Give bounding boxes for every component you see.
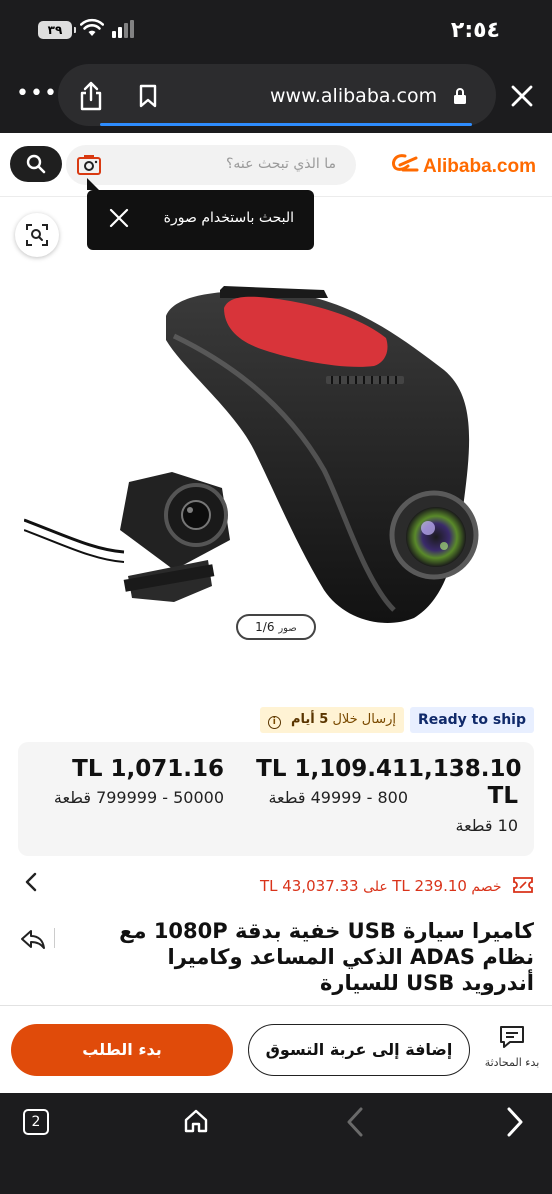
- add-to-cart-button[interactable]: إضافة إلى عربة التسوق: [248, 1024, 470, 1076]
- share-product-icon[interactable]: [20, 928, 46, 954]
- tabs-button[interactable]: 2: [23, 1109, 49, 1135]
- chat-button[interactable]: بدء المحادثة: [482, 1024, 542, 1069]
- share-icon[interactable]: [78, 81, 104, 115]
- visual-search-icon: [26, 224, 48, 246]
- delivery-prefix: إرسال خلال: [332, 712, 396, 727]
- chat-label: بدء المحادثة: [484, 1056, 540, 1069]
- status-bar: ٢:٥٤ ٣٩: [0, 14, 552, 50]
- chevron-left-icon[interactable]: [22, 872, 40, 896]
- image-counter-label: صور: [278, 623, 297, 634]
- search-button[interactable]: [10, 146, 62, 182]
- home-icon[interactable]: [182, 1107, 210, 1139]
- cell-signal-icon: [112, 20, 136, 42]
- site-header: ما الذي تبحث عنه؟ Alibaba.com: [0, 133, 552, 197]
- forward-arrow-icon[interactable]: [505, 1106, 525, 1142]
- price-tier: TL 1,109.41 800 - 49999 قطعة: [238, 756, 408, 807]
- browser-top-bar: ٢:٥٤ ٣٩ ••• www.alibaba.com: [0, 0, 552, 133]
- search-placeholder: ما الذي تبحث عنه؟: [226, 156, 336, 172]
- discount-on: على: [363, 879, 388, 895]
- status-time: ٢:٥٤: [450, 18, 500, 43]
- ready-to-ship-badge: Ready to ship: [409, 707, 534, 733]
- more-options-button[interactable]: •••: [16, 83, 58, 105]
- tier-quantity: 10 قطعة: [455, 816, 518, 835]
- tier-price: 1,138.10 TL: [408, 756, 522, 809]
- visual-search-button[interactable]: [15, 213, 59, 257]
- discount-label: خصم: [471, 879, 502, 895]
- back-arrow-icon[interactable]: [345, 1106, 365, 1142]
- discount-amount: TL 239.10: [392, 877, 467, 895]
- browser-bottom-bar: 2: [0, 1093, 552, 1194]
- page-load-progress: [100, 123, 472, 126]
- shipping-badges: Ready to ship إرسال خلال 5 أيام i: [0, 706, 552, 734]
- tooltip-text: البحث باستخدام صورة: [163, 210, 294, 226]
- address-bar[interactable]: www.alibaba.com: [58, 64, 496, 126]
- bookmark-icon[interactable]: [138, 84, 158, 112]
- divider: [54, 928, 55, 948]
- tier-quantity: 50000 - 799999 قطعة: [53, 788, 224, 807]
- price-tier: 1,138.10 TL 10 قطعة: [408, 756, 522, 835]
- delivery-time-badge[interactable]: إرسال خلال 5 أيام i: [259, 707, 404, 733]
- discount-threshold: TL 43,037.33: [259, 877, 359, 895]
- lock-icon: [453, 87, 467, 109]
- alibaba-logo[interactable]: Alibaba.com: [391, 153, 536, 179]
- image-counter[interactable]: صور 1/6: [236, 614, 316, 640]
- action-bar: بدء المحادثة إضافة إلى عربة التسوق بدء ا…: [0, 1005, 552, 1093]
- tier-price: TL 1,071.16: [72, 756, 224, 782]
- info-icon[interactable]: i: [267, 716, 281, 729]
- close-icon[interactable]: [510, 84, 534, 112]
- coupon-icon: [512, 876, 534, 898]
- discount-offer[interactable]: خصم TL 239.10 على TL 43,037.33: [260, 876, 534, 898]
- price-tier: TL 1,071.16 50000 - 799999 قطعة: [34, 756, 224, 807]
- camera-icon[interactable]: [76, 154, 102, 180]
- wifi-icon: [79, 18, 105, 42]
- logo-text: Alibaba.com: [423, 156, 536, 177]
- start-order-button[interactable]: بدء الطلب: [11, 1024, 233, 1076]
- tier-price: TL 1,109.41: [256, 756, 408, 782]
- url-text[interactable]: www.alibaba.com: [270, 85, 437, 107]
- product-title: كاميرا سيارة USB خفية بدقة 1080P مع نظام…: [119, 919, 534, 995]
- chat-icon: [500, 1026, 524, 1048]
- image-counter-value: 1/6: [255, 620, 275, 634]
- search-icon: [26, 154, 46, 174]
- close-icon[interactable]: [109, 208, 129, 232]
- image-search-tooltip: البحث باستخدام صورة: [87, 178, 314, 250]
- alibaba-logo-icon: [391, 153, 419, 179]
- price-tiers: 1,138.10 TL 10 قطعة TL 1,109.41 800 - 49…: [18, 742, 534, 856]
- search-input[interactable]: ما الذي تبحث عنه؟: [66, 145, 356, 185]
- page: ٢:٥٤ ٣٩ ••• www.alibaba.com ما الذي تبحث…: [0, 0, 552, 1194]
- battery-icon: ٣٩: [38, 21, 76, 39]
- delivery-days: 5 أيام: [290, 712, 329, 727]
- tier-quantity: 800 - 49999 قطعة: [268, 788, 408, 807]
